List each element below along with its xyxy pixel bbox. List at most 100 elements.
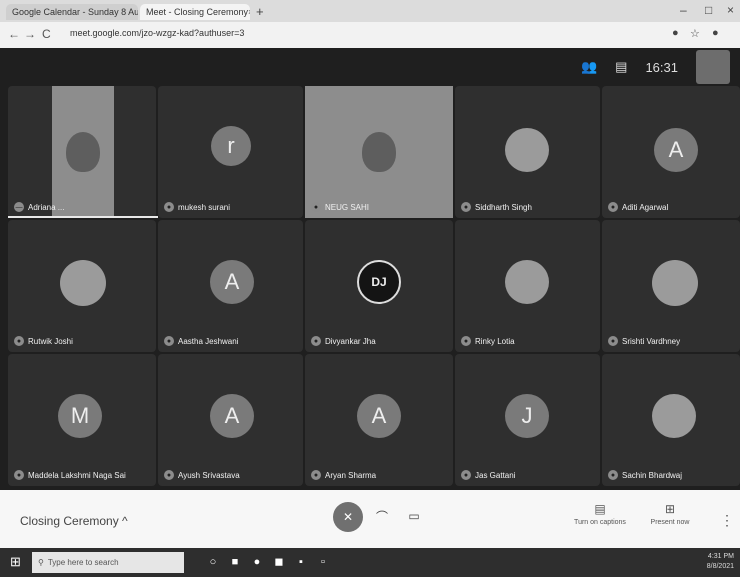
- present-button[interactable]: ⊞ Present now: [640, 502, 700, 526]
- star-icon[interactable]: ☆: [690, 27, 700, 40]
- mail-icon[interactable]: ▪: [294, 555, 308, 569]
- captions-button[interactable]: ▤ Turn on captions: [570, 502, 630, 526]
- minimize-button[interactable]: –: [680, 3, 687, 17]
- participant-avatar: DJ: [357, 260, 401, 304]
- mic-icon: ●: [608, 336, 618, 346]
- mic-icon: —: [14, 202, 24, 212]
- participant-avatar: [505, 128, 549, 172]
- chrome-icon[interactable]: ●: [250, 555, 264, 569]
- participant-tile[interactable]: M ● Maddela Lakshmi Naga Sai: [8, 354, 156, 486]
- camera-icon[interactable]: ●: [672, 27, 679, 39]
- system-tray[interactable]: 4:31 PM 8/8/2021: [707, 552, 734, 572]
- chat-icon[interactable]: ▤: [615, 59, 627, 75]
- participant-name: ● Sachin Bhardwaj: [608, 470, 682, 480]
- participant-tile[interactable]: ● Srishti Vardhney: [602, 220, 740, 352]
- participant-avatar: A: [357, 394, 401, 438]
- participant-tile[interactable]: J ● Jas Gattani: [455, 354, 600, 486]
- participant-tile[interactable]: — Adriana ...: [8, 86, 158, 218]
- captions-icon: ▤: [594, 502, 606, 516]
- search-icon: ⚲: [38, 558, 44, 567]
- url-field[interactable]: meet.google.com/jzo-wzgz-kad?authuser=3: [70, 28, 244, 38]
- participant-name: ● NEUG SAHI: [311, 202, 369, 212]
- participant-avatar: A: [210, 260, 254, 304]
- participant-avatar: r: [211, 126, 251, 166]
- mic-button[interactable]: ✕: [333, 502, 363, 532]
- meet-stage: 👥 ▤ 16:31 — Adriana ... r ● mukesh surani …: [0, 48, 740, 490]
- mic-icon: ●: [14, 470, 24, 480]
- participant-tile[interactable]: ● NEUG SAHI: [305, 86, 453, 218]
- captions-label: Turn on captions: [574, 519, 626, 526]
- mic-off-icon: ✕: [342, 510, 354, 524]
- tab-close-icon[interactable]: × ×: [248, 7, 250, 17]
- meeting-title[interactable]: Closing Ceremony ^: [20, 514, 128, 528]
- mic-icon: ●: [164, 336, 174, 346]
- mic-icon: ●: [461, 470, 471, 480]
- mic-icon: ●: [311, 470, 321, 480]
- camera-icon: ▭: [408, 509, 420, 523]
- tray-date: 8/8/2021: [706, 563, 734, 570]
- participant-tile[interactable]: ● Sachin Bhardwaj: [602, 354, 740, 486]
- participant-name: ● Aastha Jeshwani: [164, 336, 238, 346]
- task-view-icon[interactable]: ○: [206, 555, 220, 569]
- mic-icon: ●: [164, 470, 174, 480]
- windows-start-icon[interactable]: ⊞: [10, 555, 24, 569]
- tab-meet[interactable]: Meet - Closing Ceremony × ×: [140, 4, 250, 20]
- new-tab-button[interactable]: +: [256, 4, 264, 19]
- mic-icon: ●: [461, 336, 471, 346]
- tray-time: 4:31 PM: [707, 553, 734, 560]
- mic-icon: ●: [608, 470, 618, 480]
- maximize-button[interactable]: □: [705, 3, 712, 17]
- participant-avatar: A: [210, 394, 254, 438]
- participant-tile[interactable]: ● Rinky Lotia: [455, 220, 600, 352]
- present-label: Present now: [650, 519, 690, 526]
- reload-button[interactable]: C: [42, 27, 51, 41]
- tab-calendar[interactable]: Google Calendar - Sunday 8 Au... ×: [6, 4, 138, 20]
- participant-tile[interactable]: ● Rutwik Joshi: [8, 220, 156, 352]
- tab-title: Google Calendar - Sunday 8 Au...: [12, 7, 138, 17]
- meet-top-bar: 👥 ▤ 16:31: [581, 48, 740, 86]
- participant-name: ● Ayush Srivastava: [164, 470, 240, 480]
- speaking-indicator: [8, 216, 158, 218]
- participant-tile[interactable]: A ● Aditi Agarwal: [602, 86, 740, 218]
- participant-avatar: M: [58, 394, 102, 438]
- participant-avatar: [652, 260, 698, 306]
- more-options-icon[interactable]: ⋮: [720, 512, 734, 529]
- participant-name: — Adriana ...: [14, 202, 65, 212]
- taskbar-search[interactable]: ⚲ Type here to search: [32, 552, 184, 573]
- participant-avatar: [60, 260, 106, 306]
- file-explorer-icon[interactable]: ■: [228, 555, 242, 569]
- meeting-time: 16:31: [645, 59, 678, 75]
- participant-tile[interactable]: A ● Ayush Srivastava: [158, 354, 303, 486]
- participant-name: ● Jas Gattani: [461, 470, 515, 480]
- mic-icon: ●: [608, 202, 618, 212]
- meeting-controls: Closing Ceremony ^ ✕ ⌒ ▭ ▤ Turn on capti…: [0, 490, 740, 548]
- participant-tile[interactable]: r ● mukesh surani: [158, 86, 303, 218]
- mic-icon: ●: [311, 336, 321, 346]
- store-icon[interactable]: ◼: [272, 555, 286, 569]
- leave-call-button[interactable]: ⌒: [372, 506, 392, 526]
- participant-tile[interactable]: A ● Aryan Sharma: [305, 354, 453, 486]
- participant-name: ● Aditi Agarwal: [608, 202, 668, 212]
- participant-name: ● Rutwik Joshi: [14, 336, 73, 346]
- participant-tile[interactable]: DJ ● Divyankar Jha: [305, 220, 453, 352]
- app-icon[interactable]: ▫: [316, 555, 330, 569]
- participant-tile[interactable]: A ● Aastha Jeshwani: [158, 220, 303, 352]
- self-view: [696, 50, 730, 84]
- participant-tile[interactable]: ● Siddharth Singh: [455, 86, 600, 218]
- participant-name: ● Srishti Vardhney: [608, 336, 680, 346]
- participant-avatar: [652, 394, 696, 438]
- close-window-button[interactable]: ×: [727, 3, 734, 17]
- people-icon[interactable]: 👥: [581, 59, 597, 75]
- mic-icon: ●: [311, 202, 321, 212]
- participant-avatar: J: [505, 394, 549, 438]
- profile-icon[interactable]: ●: [712, 27, 719, 39]
- camera-button[interactable]: ▭: [404, 506, 424, 526]
- mic-icon: ●: [461, 202, 471, 212]
- mic-icon: ●: [14, 336, 24, 346]
- participant-avatar: [505, 260, 549, 304]
- forward-button[interactable]: →: [24, 27, 36, 41]
- back-button[interactable]: ←: [8, 27, 20, 41]
- address-bar: ← → C meet.google.com/jzo-wzgz-kad?authu…: [0, 22, 740, 49]
- participant-name: ● Divyankar Jha: [311, 336, 376, 346]
- participant-name: ● Siddharth Singh: [461, 202, 532, 212]
